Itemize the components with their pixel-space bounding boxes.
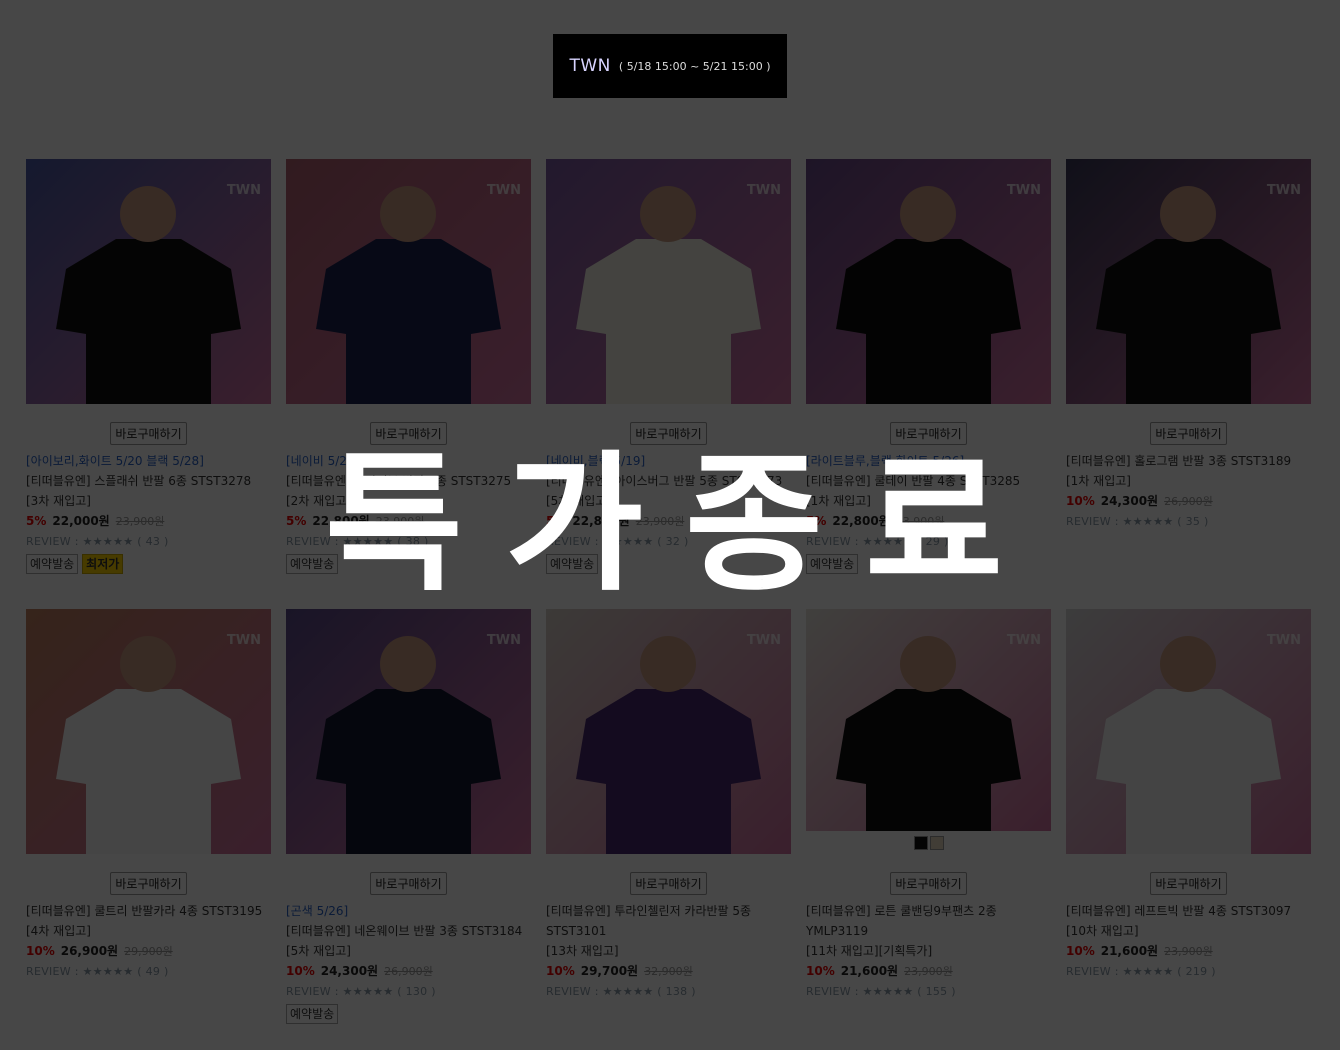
- banner-brand: TWN: [569, 56, 611, 76]
- banner-period: ( 5/18 15:00 ~ 5/21 15:00 ): [618, 59, 771, 73]
- event-banner: TWN ( 5/18 15:00 ~ 5/21 15:00 ): [553, 34, 787, 98]
- sale-ended-text: 특가종료: [324, 438, 1045, 612]
